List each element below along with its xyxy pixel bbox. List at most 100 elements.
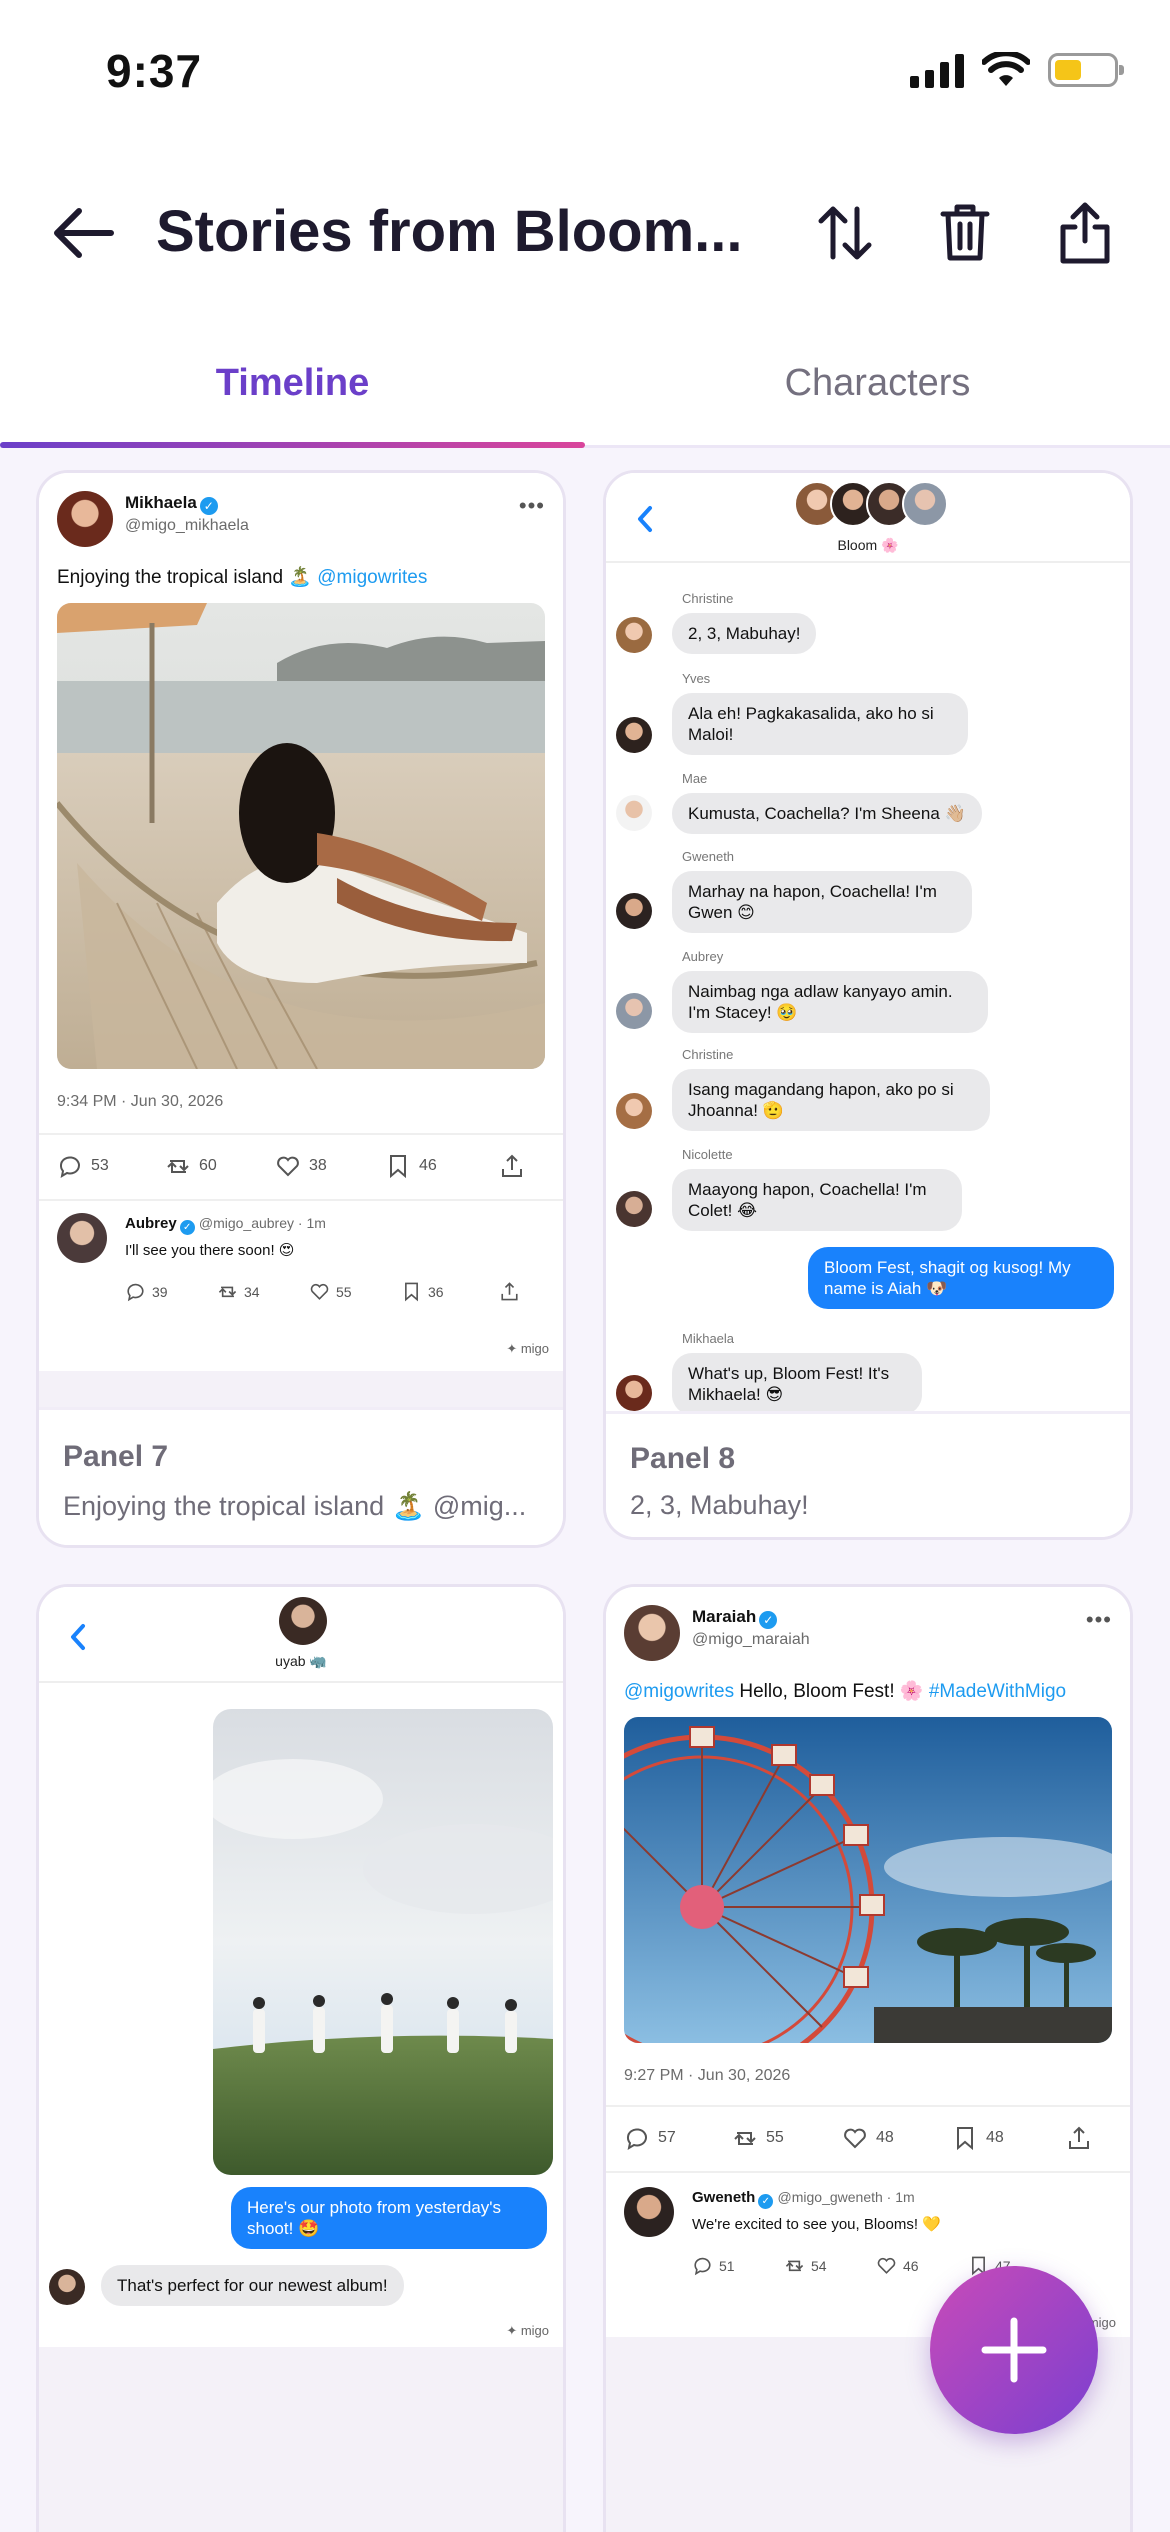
panel-label: Panel 8 xyxy=(630,1442,736,1475)
group-avatars xyxy=(794,481,948,527)
back-button[interactable] xyxy=(48,198,118,268)
my-message-bubble: Here's our photo from yesterday's shoot!… xyxy=(231,2187,547,2249)
message-bubble: Ala eh! Pagkakasalida, ako ho si Maloi! xyxy=(672,693,968,755)
upload-icon xyxy=(501,1282,518,1301)
message-sender: Mikhaela xyxy=(682,1331,735,1346)
reply-retweet-count[interactable]: 54 xyxy=(784,2255,827,2276)
contact-avatar xyxy=(49,2269,85,2305)
divider xyxy=(606,2105,1130,2107)
tab-bar: Timeline Characters xyxy=(0,320,1170,448)
tweet-mention[interactable]: @migowrites xyxy=(317,567,427,588)
reply-icon xyxy=(59,1156,80,1179)
more-options-icon[interactable]: ••• xyxy=(1086,1607,1112,1633)
contact-avatar xyxy=(279,1597,327,1645)
retweet-count[interactable]: 55 xyxy=(732,2125,784,2151)
divider xyxy=(39,1199,563,1201)
panel-card[interactable]: Mikhaela ✓ @migo_mikhaela ••• Enjoying th… xyxy=(36,470,566,1548)
panel-card[interactable]: Bloom 🌸 Christine 2, 3, Mabuhay! Yves Al… xyxy=(603,470,1133,1540)
reply-avatar xyxy=(57,1213,107,1263)
preview-spacer xyxy=(39,2347,563,2532)
heart-icon xyxy=(310,1283,329,1300)
reply-bookmark-count-value: 36 xyxy=(428,1283,444,1300)
reply-like-count[interactable]: 55 xyxy=(309,1281,352,1302)
message-bubble: Isang magandang hapon, ako po si Jhoanna… xyxy=(672,1069,990,1131)
tweet-preview: Mikhaela ✓ @migo_mikhaela ••• Enjoying th… xyxy=(39,473,563,1371)
reply-bookmark-count[interactable]: 36 xyxy=(401,1281,444,1302)
tweet-preview: Maraiah ✓ @migo_maraiah ••• @migowrites H… xyxy=(606,1587,1130,2337)
tweet-photo xyxy=(57,603,545,1069)
contact-name: uyab 🦏 xyxy=(275,1653,327,1669)
shared-photo[interactable] xyxy=(213,1709,553,2175)
panel-card[interactable]: uyab 🦏 Here's our photo from yesterday's… xyxy=(36,1584,566,2532)
like-count-value: 38 xyxy=(309,1157,327,1174)
heart-icon xyxy=(877,2257,896,2274)
tweet-text-body: Enjoying the tropical island 🏝️ xyxy=(57,567,312,588)
message-bubble: Naimbag nga adlaw kanyayo amin. I'm Stac… xyxy=(672,971,988,1033)
like-count[interactable]: 38 xyxy=(275,1153,327,1179)
panel-label: Panel 7 xyxy=(63,1440,169,1473)
sender-avatar xyxy=(616,795,652,831)
reply-reply-count[interactable]: 51 xyxy=(692,2255,735,2276)
status-time: 9:37 xyxy=(106,45,203,97)
avatar xyxy=(902,481,948,527)
sender-avatar xyxy=(616,1375,652,1411)
active-tab-indicator xyxy=(0,442,585,448)
reply-count[interactable]: 57 xyxy=(624,2125,676,2151)
group-name: Bloom 🌸 xyxy=(837,537,899,553)
field-photo-image xyxy=(213,1709,553,2175)
share-tweet-button[interactable] xyxy=(499,1153,525,1179)
tweet-author: Mikhaela ✓ xyxy=(125,493,218,515)
plus-icon xyxy=(981,2317,1047,2383)
chat-preview: uyab 🦏 Here's our photo from yesterday's… xyxy=(39,1587,563,2347)
tweet-timestamp: 9:27 PM · Jun 30, 2026 xyxy=(624,2067,791,2084)
tab-timeline[interactable]: Timeline xyxy=(0,362,585,405)
tweet-timestamp: 9:34 PM · Jun 30, 2026 xyxy=(57,1093,224,1110)
retweet-count-value: 55 xyxy=(766,2129,784,2146)
sender-avatar xyxy=(616,1093,652,1129)
back-arrow-icon xyxy=(54,208,114,258)
avatar xyxy=(624,1605,680,1661)
reply-reply-count[interactable]: 39 xyxy=(125,1281,168,1302)
like-count[interactable]: 48 xyxy=(842,2125,894,2151)
message-bubble: What's up, Bloom Fest! It's Mikhaela! 😎 xyxy=(672,1353,922,1415)
message-sender: Yves xyxy=(682,671,711,686)
verified-badge-icon: ✓ xyxy=(758,2194,774,2209)
bookmark-count[interactable]: 48 xyxy=(952,2125,1004,2151)
reply-like-count[interactable]: 46 xyxy=(876,2255,919,2276)
cellular-signal-icon xyxy=(910,52,964,88)
tweet-author-name: Mikhaela xyxy=(125,493,197,512)
sender-avatar xyxy=(616,893,652,929)
chat-header: uyab 🦏 xyxy=(39,1587,563,1683)
heart-icon xyxy=(844,2128,866,2149)
reply-retweet-count[interactable]: 34 xyxy=(217,1281,260,1302)
reply-icon xyxy=(626,2128,647,2151)
tweet-hashtag[interactable]: #MadeWithMigo xyxy=(929,1681,1066,1702)
delete-button[interactable] xyxy=(928,196,1002,270)
chevron-left-icon[interactable] xyxy=(636,505,654,533)
message-bubble: Kumusta, Coachella? I'm Sheena 👋🏼 xyxy=(672,793,982,834)
battery-icon xyxy=(1048,53,1124,87)
upload-icon xyxy=(502,1154,522,1177)
share-tweet-button[interactable] xyxy=(1066,2125,1092,2151)
tab-characters[interactable]: Characters xyxy=(585,362,1170,405)
sort-button[interactable] xyxy=(808,196,882,270)
tweet-mention[interactable]: @migowrites xyxy=(624,1681,734,1702)
share-button[interactable] xyxy=(1048,196,1122,270)
retweet-icon xyxy=(734,2132,756,2145)
message-bubble: 2, 3, Mabuhay! xyxy=(672,613,817,654)
more-options-icon[interactable]: ••• xyxy=(519,493,545,519)
retweet-count-value: 60 xyxy=(199,1157,217,1174)
bookmark-icon xyxy=(957,2127,973,2151)
add-panel-button[interactable] xyxy=(930,2266,1098,2434)
bookmark-count-value: 46 xyxy=(419,1157,437,1174)
bookmark-count[interactable]: 46 xyxy=(385,1153,437,1179)
reply-count[interactable]: 53 xyxy=(57,1153,109,1179)
reply-share-button[interactable] xyxy=(499,1281,520,1302)
retweet-count[interactable]: 60 xyxy=(165,1153,217,1179)
bookmark-icon xyxy=(405,1282,418,1302)
reply-author: Aubrey ✓ @migo_aubrey · 1m xyxy=(125,1215,326,1235)
sort-icon xyxy=(818,206,872,260)
trash-icon xyxy=(940,204,990,261)
chevron-left-icon[interactable] xyxy=(69,1623,87,1651)
bookmark-count-value: 48 xyxy=(986,2129,1004,2146)
